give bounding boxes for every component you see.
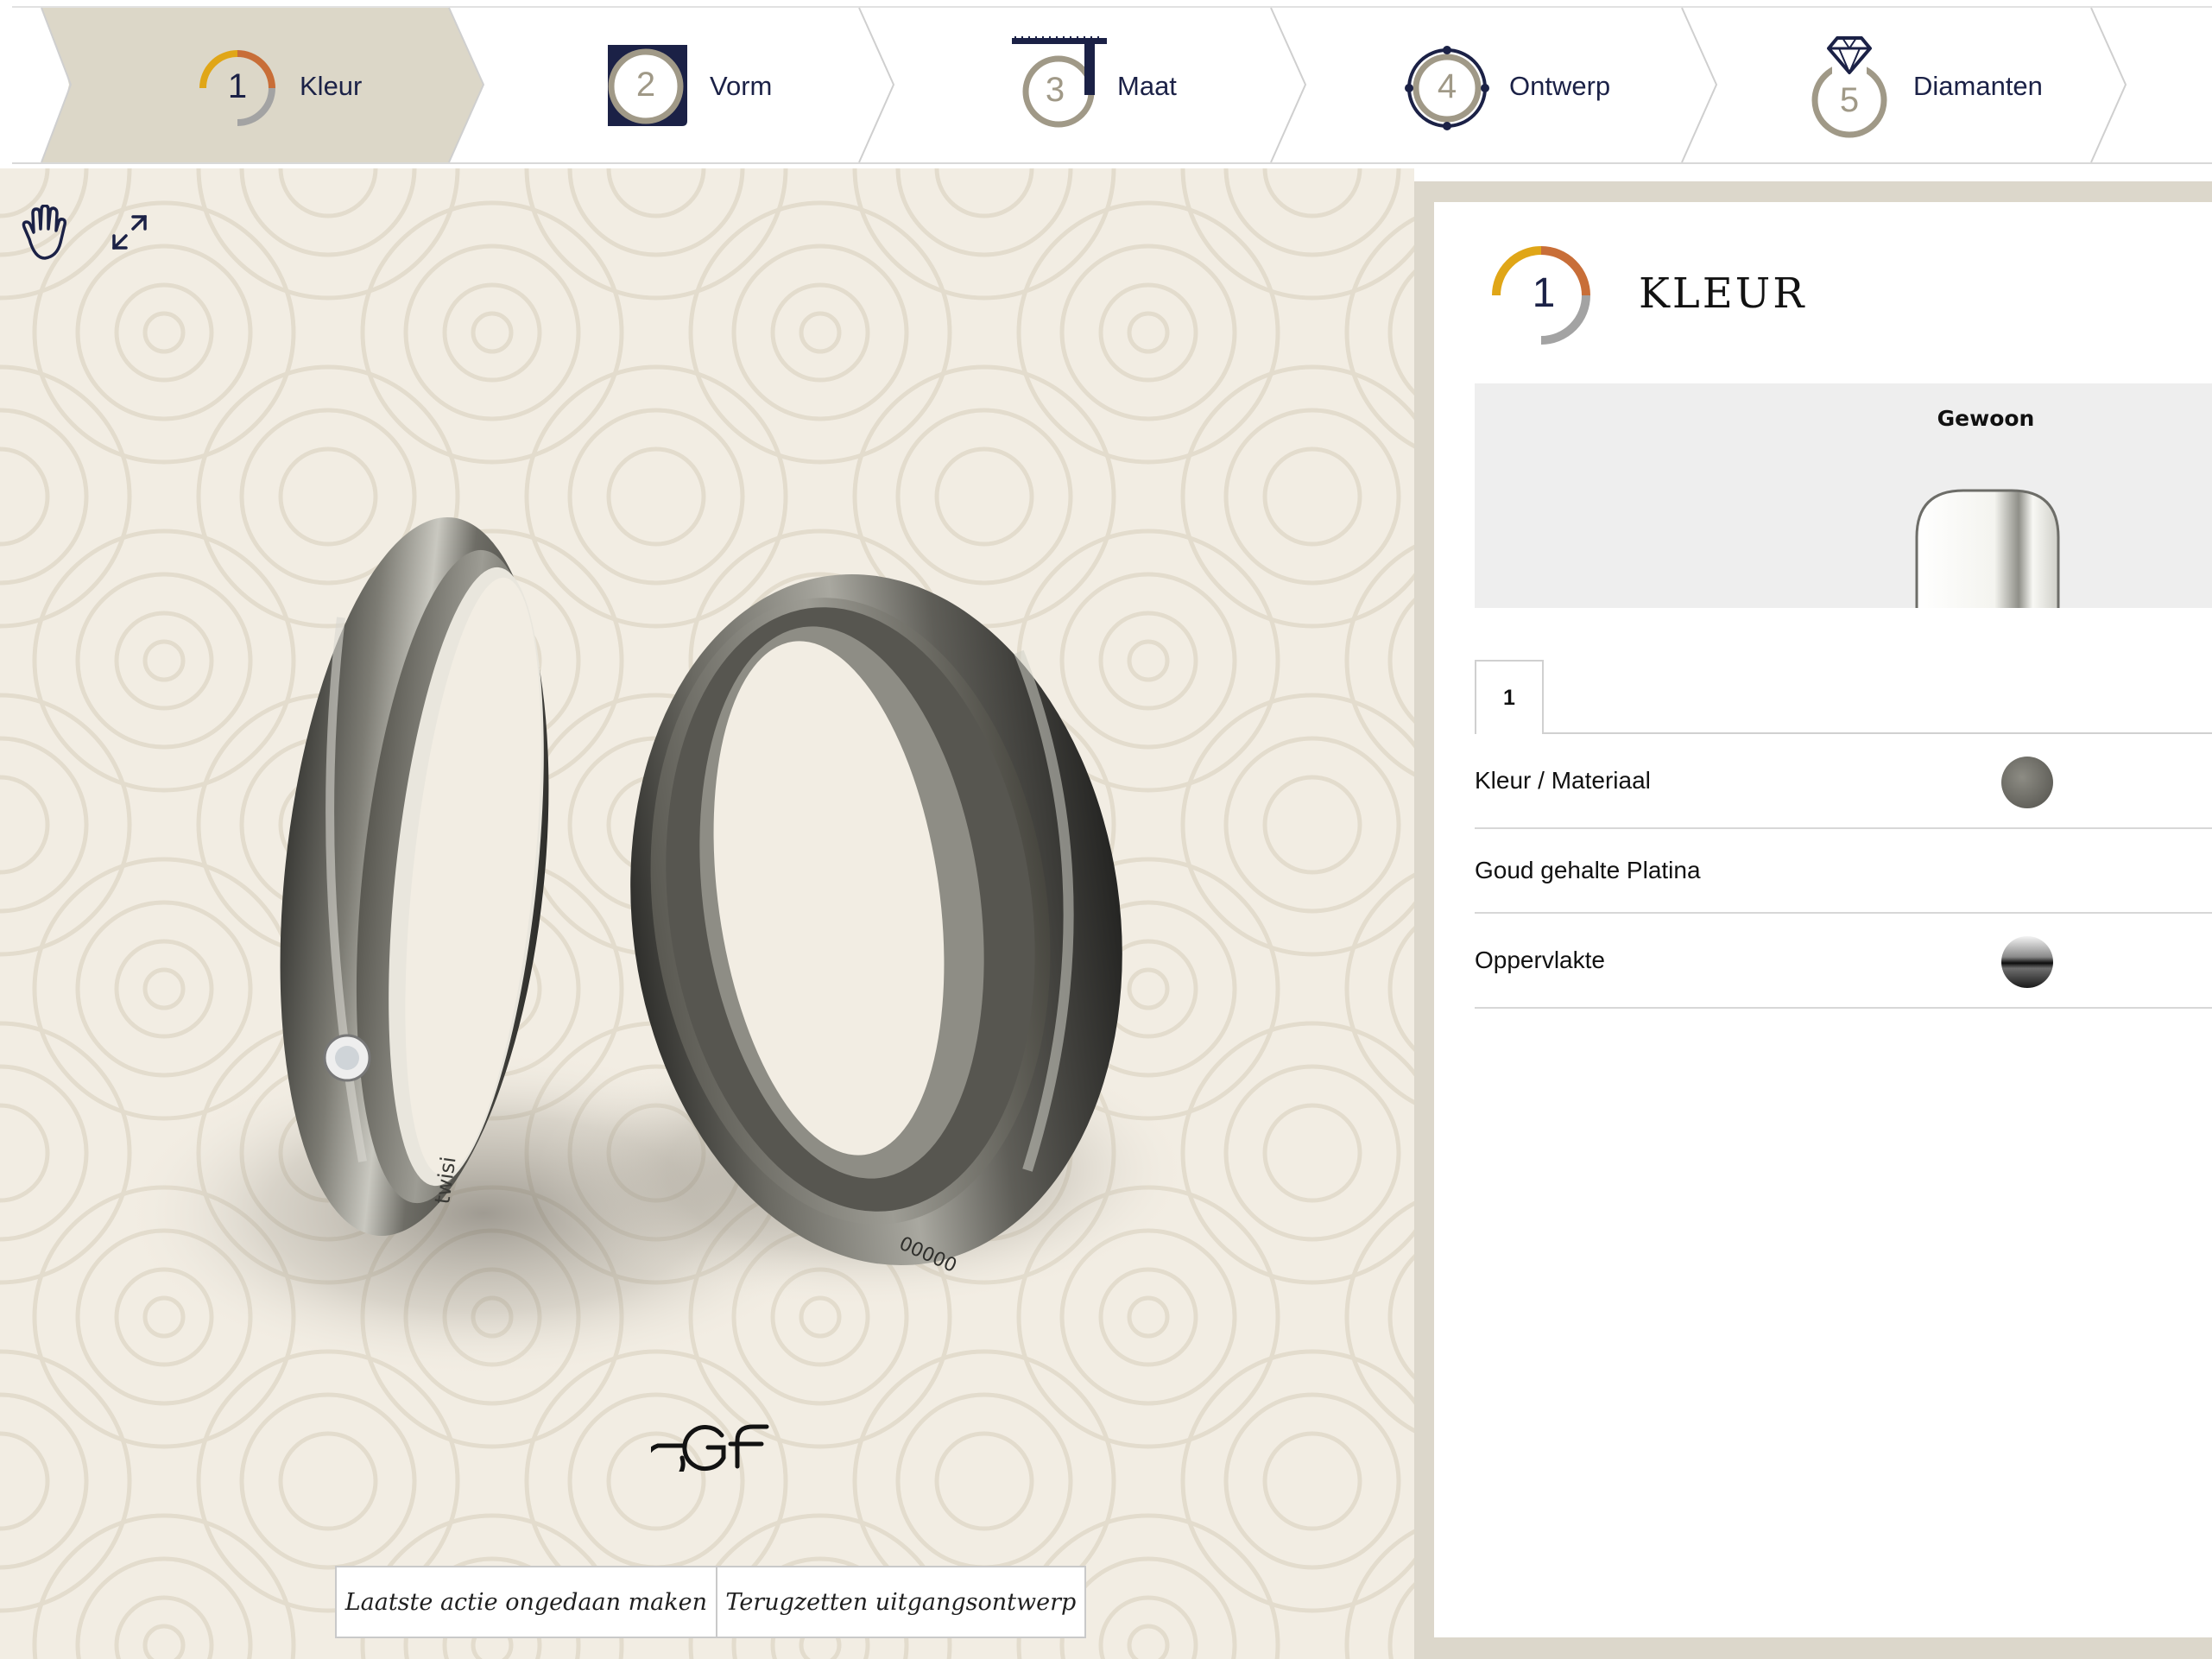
property-row-kleur-materiaal[interactable]: Kleur / Materiaal: [1475, 734, 2212, 829]
color-step-icon: 1: [194, 36, 281, 136]
profile-swatch: [1915, 489, 2060, 608]
step-navigation: 1 Kleur 2 Vorm 3 Maat 4 Ontwerp 5 Diaman…: [0, 0, 2212, 168]
step-label: Maat: [1117, 71, 1177, 101]
step-maat[interactable]: 3 Maat: [1012, 36, 1177, 136]
property-label: Kleur / Materiaal: [1475, 767, 1651, 794]
step-label: Diamanten: [1913, 71, 2043, 101]
property-label: Oppervlakte: [1475, 947, 1605, 973]
step-number: 5: [1839, 81, 1860, 119]
metal-color-swatch[interactable]: [2000, 755, 2055, 810]
ring-viewer[interactable]: twisi 00000 Laatste actie ongedaan maken…: [0, 168, 1414, 1659]
step-kleur[interactable]: 1 Kleur: [194, 36, 362, 136]
step-vorm[interactable]: 2 Vorm: [604, 36, 772, 136]
shape-step-icon: 2: [604, 36, 691, 136]
step-ontwerp[interactable]: 4 Ontwerp: [1404, 36, 1610, 136]
brand-logo: [651, 1424, 769, 1472]
diamond-step-icon: 5: [1808, 36, 1894, 138]
reset-design-button[interactable]: Terugzetten uitgangsontwerp: [717, 1567, 1084, 1637]
option-card-label: Gewoon: [1937, 406, 2035, 431]
property-row-oppervlakte[interactable]: Oppervlakte: [1475, 914, 2212, 1009]
step-label: Vorm: [710, 71, 773, 101]
property-row-goud-gehalte[interactable]: Goud gehalte Platina: [1475, 829, 2212, 914]
steps-bottom-border: [12, 162, 2212, 164]
action-bar: Laatste actie ongedaan maken Terugzetten…: [335, 1566, 1086, 1638]
option-card-gewoon[interactable]: [1475, 383, 2212, 608]
step-number: 4: [1437, 67, 1457, 105]
step-label: Ontwerp: [1509, 71, 1611, 101]
step-number: 1: [227, 67, 248, 105]
step-number: 3: [1045, 71, 1065, 109]
step-number: 2: [635, 66, 656, 104]
design-step-icon: 4: [1404, 36, 1490, 136]
step-label: Kleur: [300, 71, 363, 101]
step-diamanten[interactable]: 5 Diamanten: [1808, 36, 2043, 138]
panel-step-number: 1: [1532, 270, 1556, 316]
polished-surface-swatch[interactable]: [2000, 934, 2055, 990]
ring-tab-1[interactable]: 1: [1475, 660, 1544, 734]
undo-button[interactable]: Laatste actie ongedaan maken: [337, 1567, 716, 1637]
panel-title: KLEUR: [1639, 269, 1807, 318]
size-step-icon: 3: [1012, 36, 1107, 136]
property-label: Goud gehalte Platina: [1475, 857, 1701, 883]
